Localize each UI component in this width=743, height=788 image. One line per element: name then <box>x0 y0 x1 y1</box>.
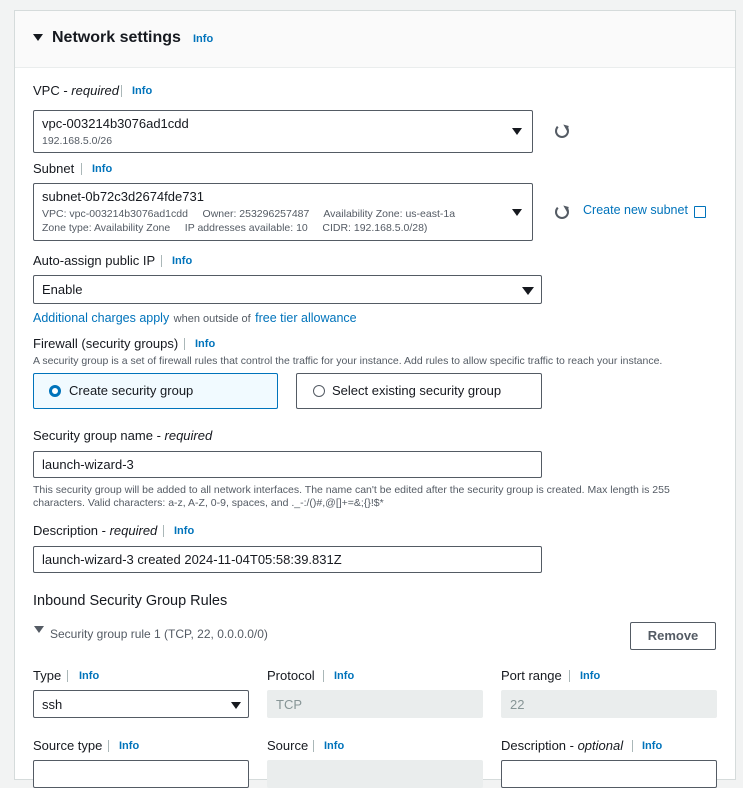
type-info-link[interactable]: Info <box>79 670 99 682</box>
source-info-link[interactable]: Info <box>324 740 344 752</box>
chevron-down-icon <box>522 287 534 295</box>
protocol-info-link[interactable]: Info <box>334 670 354 682</box>
sg-name-help-line1: This security group will be added to all… <box>33 484 670 496</box>
auto-assign-info-link[interactable]: Info <box>172 255 192 267</box>
section-info-link[interactable]: Info <box>193 33 213 45</box>
separator <box>632 740 633 752</box>
separator <box>313 740 314 752</box>
subnet-details-line2: Zone type: Availability Zone IP addresse… <box>42 222 428 234</box>
rule-title: Security group rule 1 (TCP, 22, 0.0.0.0/… <box>50 627 268 641</box>
section-title: Network settings <box>52 29 181 46</box>
port-range-field: 22 <box>501 690 717 718</box>
subnet-select[interactable]: subnet-0b72c3d2674fde731 VPC: vpc-003214… <box>33 183 533 241</box>
rule-collapse-caret-icon[interactable] <box>34 626 44 633</box>
panel-header: Network settings Info <box>15 11 735 68</box>
auto-assign-value: Enable <box>42 282 83 297</box>
rule-description-label: Description - optional <box>501 738 624 753</box>
source-field <box>267 760 483 788</box>
separator <box>161 255 162 267</box>
auto-assign-label: Auto-assign public IP <box>33 253 156 268</box>
sg-name-help-line2: characters. Valid characters: a-z, A-Z, … <box>33 497 384 509</box>
vpc-info-link[interactable]: Info <box>132 85 152 97</box>
create-sg-label: Create security group <box>69 383 194 398</box>
rule-description-input[interactable] <box>501 760 717 788</box>
charges-text: when outside of <box>173 313 251 325</box>
subnet-info-link[interactable]: Info <box>92 163 112 175</box>
vpc-select[interactable]: vpc-003214b3076ad1cdd 192.168.5.0/26 <box>33 110 533 153</box>
refresh-subnet-icon[interactable] <box>555 205 569 219</box>
type-select[interactable]: ssh <box>33 690 249 718</box>
create-subnet-link[interactable]: Create new subnet <box>583 203 688 217</box>
protocol-value: TCP <box>276 697 302 712</box>
port-range-info-link[interactable]: Info <box>580 670 600 682</box>
source-type-select[interactable] <box>33 760 249 788</box>
description-label: Description - required <box>33 523 158 538</box>
source-type-info-link[interactable]: Info <box>119 740 139 752</box>
description-input[interactable]: launch-wizard-3 created 2024-11-04T05:58… <box>33 546 542 573</box>
charges-note: Additional charges apply when outside of… <box>33 309 357 327</box>
separator <box>67 670 68 682</box>
separator <box>163 525 164 537</box>
remove-rule-button[interactable]: Remove <box>630 622 716 650</box>
separator <box>108 740 109 752</box>
type-value: ssh <box>42 697 63 712</box>
sg-name-value: launch-wizard-3 <box>42 457 134 472</box>
inbound-rules-title: Inbound Security Group Rules <box>33 593 228 609</box>
subnet-label: Subnet <box>33 161 75 176</box>
radio-unselected[interactable] <box>313 385 325 397</box>
select-existing-sg-option[interactable]: Select existing security group <box>296 373 542 409</box>
separator <box>184 338 185 350</box>
separator <box>569 670 570 682</box>
subnet-details-line1: VPC: vpc-003214b3076ad1cdd Owner: 253296… <box>42 208 456 220</box>
auto-assign-select[interactable]: Enable <box>33 275 542 304</box>
firewall-label: Firewall (security groups) <box>33 336 179 351</box>
radio-selected[interactable] <box>49 385 61 397</box>
free-tier-link[interactable]: free tier allowance <box>255 311 356 325</box>
firewall-description: A security group is a set of firewall ru… <box>33 355 663 367</box>
refresh-vpc-icon[interactable] <box>555 124 569 138</box>
subnet-value: subnet-0b72c3d2674fde731 <box>42 189 204 204</box>
sg-name-label: Security group name - required <box>33 428 213 443</box>
chevron-down-icon <box>231 702 241 709</box>
vpc-label: VPC - required <box>33 83 119 98</box>
port-range-value: 22 <box>510 697 525 712</box>
vpc-cidr: 192.168.5.0/26 <box>42 135 113 147</box>
separator <box>121 85 122 97</box>
firewall-info-link[interactable]: Info <box>195 338 215 350</box>
protocol-field: TCP <box>267 690 483 718</box>
port-range-label: Port range <box>501 668 562 683</box>
sg-name-input[interactable]: launch-wizard-3 <box>33 451 542 478</box>
type-label: Type <box>33 668 62 683</box>
description-info-link[interactable]: Info <box>174 525 194 537</box>
protocol-label: Protocol <box>267 668 315 683</box>
additional-charges-link[interactable]: Additional charges apply <box>33 311 169 325</box>
external-link-icon[interactable] <box>694 206 706 218</box>
existing-sg-label: Select existing security group <box>332 383 502 398</box>
separator <box>81 163 82 175</box>
create-security-group-option[interactable]: Create security group <box>33 373 278 409</box>
vpc-value: vpc-003214b3076ad1cdd <box>42 116 189 131</box>
description-value: launch-wizard-3 created 2024-11-04T05:58… <box>42 552 342 567</box>
chevron-down-icon <box>512 209 522 216</box>
source-label: Source <box>267 738 309 753</box>
chevron-down-icon <box>512 128 522 135</box>
collapse-caret-icon[interactable] <box>33 34 43 41</box>
separator <box>323 670 324 682</box>
source-type-label: Source type <box>33 738 103 753</box>
rule-description-info-link[interactable]: Info <box>642 740 662 752</box>
